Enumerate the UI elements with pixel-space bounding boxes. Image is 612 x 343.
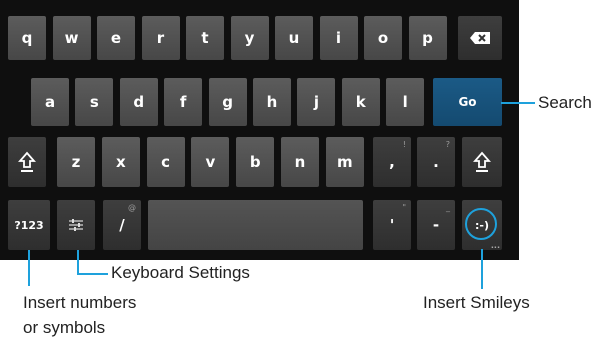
key-q[interactable]: q (8, 16, 46, 60)
key-label: a (44, 93, 56, 111)
key-j[interactable]: j (297, 78, 336, 126)
comma-key-label: , (389, 153, 395, 171)
smiley-key[interactable]: :-) ... (462, 200, 502, 250)
key-r[interactable]: r (141, 16, 180, 60)
key-label: w (64, 29, 79, 47)
apostrophe-key[interactable]: " ' (373, 200, 411, 250)
insert-numbers-callout-line (28, 250, 30, 286)
go-key-label: Go (458, 95, 477, 109)
key-s[interactable]: s (75, 78, 114, 126)
key-label: z (71, 153, 81, 171)
space-key[interactable] (148, 200, 363, 250)
dash-key[interactable]: _ - (417, 200, 455, 250)
key-label: y (244, 29, 255, 47)
key-label: c (161, 153, 171, 171)
key-i[interactable]: i (319, 16, 358, 60)
smiley-key-hint: ... (490, 241, 500, 250)
key-label: u (288, 29, 300, 47)
key-label: x (115, 153, 126, 171)
key-label: q (21, 29, 33, 47)
key-m[interactable]: m (325, 137, 364, 187)
key-x[interactable]: x (101, 137, 140, 187)
period-key-label: . (433, 153, 439, 171)
key-o[interactable]: o (364, 16, 402, 60)
key-label: s (89, 93, 99, 111)
key-label: t (201, 29, 209, 47)
keyboard-settings-callout-line-horizontal (77, 273, 108, 275)
key-e[interactable]: e (97, 16, 135, 60)
shift-icon (18, 151, 36, 172)
search-callout-line (501, 102, 535, 104)
smiley-key-label: :-) (475, 218, 489, 232)
dash-key-label: - (432, 216, 440, 234)
period-key[interactable]: ? . (417, 137, 455, 187)
insert-numbers-callout-label-line1: Insert numbers (23, 293, 137, 312)
slash-key-label: / (119, 216, 125, 234)
key-c[interactable]: c (146, 137, 185, 187)
key-label: i (335, 29, 342, 47)
insert-numbers-callout-label-line2: or symbols (23, 318, 106, 337)
slash-key[interactable]: @ / (103, 200, 141, 250)
key-label: k (355, 93, 366, 111)
go-key[interactable]: Go (433, 78, 502, 126)
key-label: h (266, 93, 278, 111)
key-label: g (222, 93, 233, 111)
search-callout-label: Search (538, 93, 592, 112)
key-label: b (249, 153, 261, 171)
key-d[interactable]: d (119, 78, 158, 126)
key-a[interactable]: a (31, 78, 69, 126)
insert-smileys-callout-line (481, 249, 483, 289)
slash-key-hint: @ (128, 203, 136, 212)
key-v[interactable]: v (191, 137, 230, 187)
key-label: v (205, 153, 216, 171)
key-b[interactable]: b (236, 137, 275, 187)
key-y[interactable]: y (230, 16, 269, 60)
dash-key-hint: _ (446, 203, 450, 212)
period-key-hint: ? (445, 140, 450, 149)
backspace-icon (470, 32, 490, 44)
key-t[interactable]: t (186, 16, 224, 60)
keyboard-settings-callout-label: Keyboard Settings (111, 263, 250, 282)
insert-smileys-callout-label: Insert Smileys (423, 293, 530, 312)
backspace-key[interactable] (458, 16, 502, 60)
key-label: e (110, 29, 122, 47)
apostrophe-key-label: ' (389, 216, 395, 234)
key-label: j (313, 93, 319, 111)
key-w[interactable]: w (52, 16, 91, 60)
key-f[interactable]: f (164, 78, 203, 126)
key-label: l (402, 93, 408, 111)
key-p[interactable]: p (408, 16, 447, 60)
key-h[interactable]: h (253, 78, 291, 126)
key-l[interactable]: l (386, 78, 425, 126)
key-label: r (156, 29, 165, 47)
key-label: o (377, 29, 389, 47)
comma-key-hint: ! (402, 140, 406, 149)
symbols-key[interactable]: ?123 (8, 200, 50, 250)
key-label: p (422, 29, 433, 47)
key-u[interactable]: u (275, 16, 313, 60)
settings-sliders-icon (69, 219, 83, 231)
key-g[interactable]: g (208, 78, 247, 126)
comma-key[interactable]: ! , (373, 137, 411, 187)
apostrophe-key-hint: " (402, 203, 406, 212)
shift-icon (473, 151, 491, 172)
key-label: m (336, 153, 353, 171)
shift-key-right[interactable] (462, 137, 502, 187)
key-label: f (179, 93, 187, 111)
shift-key-left[interactable] (8, 137, 46, 187)
soft-keyboard: qwertyuiop asdfghjkl zxcvbnm Go ! , ? . … (0, 0, 519, 260)
key-label: d (133, 93, 145, 111)
keyboard-settings-key[interactable] (57, 200, 95, 250)
key-k[interactable]: k (341, 78, 380, 126)
key-z[interactable]: z (57, 137, 95, 187)
key-label: n (294, 153, 306, 171)
keyboard-settings-callout-line-vertical (77, 250, 79, 275)
symbols-key-label: ?123 (14, 218, 44, 232)
key-n[interactable]: n (281, 137, 319, 187)
